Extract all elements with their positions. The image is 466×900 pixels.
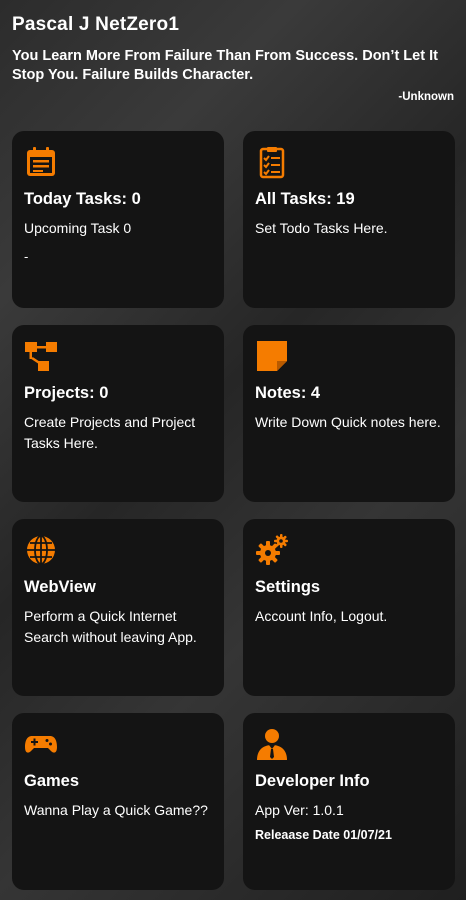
card-title: WebView — [24, 578, 96, 596]
card-subtitle: Account Info, Logout. — [255, 608, 388, 624]
user-name: Pascal J NetZero1 — [12, 14, 180, 35]
projects-card[interactable]: Projects: 0 Create Projects and Project … — [12, 325, 224, 502]
card-subtitle: Perform a Quick Internet Search without … — [24, 608, 197, 645]
card-subtitle: Write Down Quick notes here. — [255, 414, 441, 430]
card-extra: - — [24, 249, 29, 264]
sticky-note-icon — [257, 341, 287, 371]
settings-card[interactable]: Settings Account Info, Logout. — [243, 519, 455, 696]
card-title: Today Tasks: 0 — [24, 190, 141, 208]
today-tasks-card[interactable]: Today Tasks: 0 Upcoming Task 0 - — [12, 131, 224, 308]
release-date: Releaase Date 01/07/21 — [255, 828, 392, 842]
card-title: Projects: 0 — [24, 384, 109, 402]
card-subtitle: Upcoming Task 0 — [24, 220, 132, 236]
header: Pascal J NetZero1 You Learn More From Fa… — [12, 14, 454, 103]
checklist-icon — [259, 147, 285, 179]
calendar-icon — [27, 147, 55, 176]
card-subtitle: Create Projects and Project Tasks Here. — [24, 414, 196, 451]
games-card[interactable]: Games Wanna Play a Quick Game?? — [12, 713, 224, 890]
quote-author: -Unknown — [398, 91, 454, 103]
card-title: Notes: 4 — [255, 384, 321, 402]
card-title: All Tasks: 19 — [255, 190, 355, 208]
developer-icon — [257, 729, 287, 760]
card-title: Settings — [255, 578, 321, 596]
daily-quote: You Learn More From Failure Than From Su… — [12, 48, 438, 83]
card-title: Developer Info — [255, 772, 370, 790]
notes-card[interactable]: Notes: 4 Write Down Quick notes here. — [243, 325, 455, 502]
card-subtitle: Set Todo Tasks Here. — [255, 220, 388, 236]
gamepad-icon — [25, 736, 57, 753]
card-subtitle: App Ver: 1.0.1 — [255, 802, 344, 818]
gears-icon — [256, 534, 288, 565]
project-tree-icon — [25, 342, 57, 371]
webview-card[interactable]: WebView Perform a Quick Internet Search … — [12, 519, 224, 696]
developer-info-card[interactable]: Developer Info App Ver: 1.0.1 Releaase D… — [243, 713, 455, 890]
all-tasks-card[interactable]: All Tasks: 19 Set Todo Tasks Here. — [243, 131, 455, 308]
card-subtitle: Wanna Play a Quick Game?? — [24, 802, 208, 818]
globe-icon — [27, 535, 55, 565]
card-title: Games — [24, 772, 80, 790]
